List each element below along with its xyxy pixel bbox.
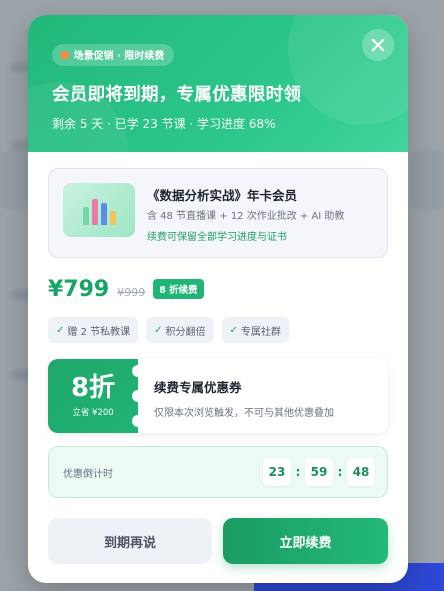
countdown-seconds: 48 bbox=[347, 458, 375, 486]
check-icon: ✓ bbox=[229, 324, 238, 336]
countdown-timer: 优惠倒计时 23 : 59 : 48 bbox=[48, 446, 388, 498]
coupon-description: 仅限本次浏览触发，不可与其他优惠叠加 bbox=[154, 408, 334, 419]
modal-subtitle: 剩余 5 天 · 已学 23 节课 · 学习进度 68% bbox=[52, 116, 276, 131]
price-row: ¥799 ¥999 8 折续费 bbox=[48, 277, 204, 302]
perk-item: ✓ 专属社群 bbox=[221, 317, 289, 343]
product-card: 《数据分析实战》年卡会员 含 48 节直播课 + 12 次作业批改 + AI 助… bbox=[48, 168, 388, 258]
current-price: ¥799 bbox=[48, 277, 110, 302]
later-button[interactable]: 到期再说 bbox=[48, 518, 212, 564]
coupon-card[interactable]: 8折 立省 ¥200 续费专属优惠券 仅限本次浏览触发，不可与其他优惠叠加 bbox=[48, 359, 388, 433]
product-description: 含 48 节直播课 + 12 次作业批改 + AI 助教 bbox=[147, 211, 345, 222]
coupon-saving: 立省 ¥200 bbox=[72, 407, 114, 418]
product-note: 续费可保留全部学习进度与证书 bbox=[147, 232, 287, 243]
renewal-modal: ● 场景促销 · 限时续费 会员即将到期，专属优惠限时领 剩余 5 天 · 已学… bbox=[28, 15, 408, 583]
perk-label: 赠 2 节私教课 bbox=[67, 326, 131, 338]
close-button[interactable] bbox=[362, 29, 394, 61]
perk-list: ✓ 赠 2 节私教课 ✓ 积分翻倍 ✓ 专属社群 bbox=[48, 317, 289, 343]
product-thumbnail bbox=[63, 183, 135, 237]
promo-tag-label: 场景促销 · 限时续费 bbox=[73, 51, 165, 62]
discount-badge: 8 折续费 bbox=[153, 279, 204, 299]
countdown-hours: 23 bbox=[263, 458, 291, 486]
perk-item: ✓ 赠 2 节私教课 bbox=[48, 317, 139, 343]
close-icon bbox=[371, 38, 385, 52]
coupon-title: 续费专属优惠券 bbox=[154, 380, 242, 395]
countdown-minutes: 59 bbox=[305, 458, 333, 486]
renew-button[interactable]: 立即续费 bbox=[223, 518, 388, 564]
coupon-value: 8折 立省 ¥200 bbox=[48, 359, 144, 433]
check-icon: ✓ bbox=[56, 324, 65, 336]
countdown-label: 优惠倒计时 bbox=[63, 468, 113, 480]
perk-item: ✓ 积分翻倍 bbox=[146, 317, 214, 343]
modal-header: ● 场景促销 · 限时续费 会员即将到期，专属优惠限时领 剩余 5 天 · 已学… bbox=[28, 15, 408, 152]
perk-label: 积分翻倍 bbox=[165, 326, 206, 338]
perk-label: 专属社群 bbox=[240, 326, 281, 338]
check-icon: ✓ bbox=[154, 324, 163, 336]
coupon-discount: 8折 bbox=[70, 372, 116, 403]
product-title: 《数据分析实战》年卡会员 bbox=[147, 188, 298, 203]
original-price: ¥999 bbox=[117, 286, 146, 299]
promo-tag: ● 场景促销 · 限时续费 bbox=[52, 43, 175, 66]
fire-icon: ● bbox=[60, 48, 70, 61]
coupon-info: 续费专属优惠券 仅限本次浏览触发，不可与其他优惠叠加 bbox=[138, 359, 388, 433]
